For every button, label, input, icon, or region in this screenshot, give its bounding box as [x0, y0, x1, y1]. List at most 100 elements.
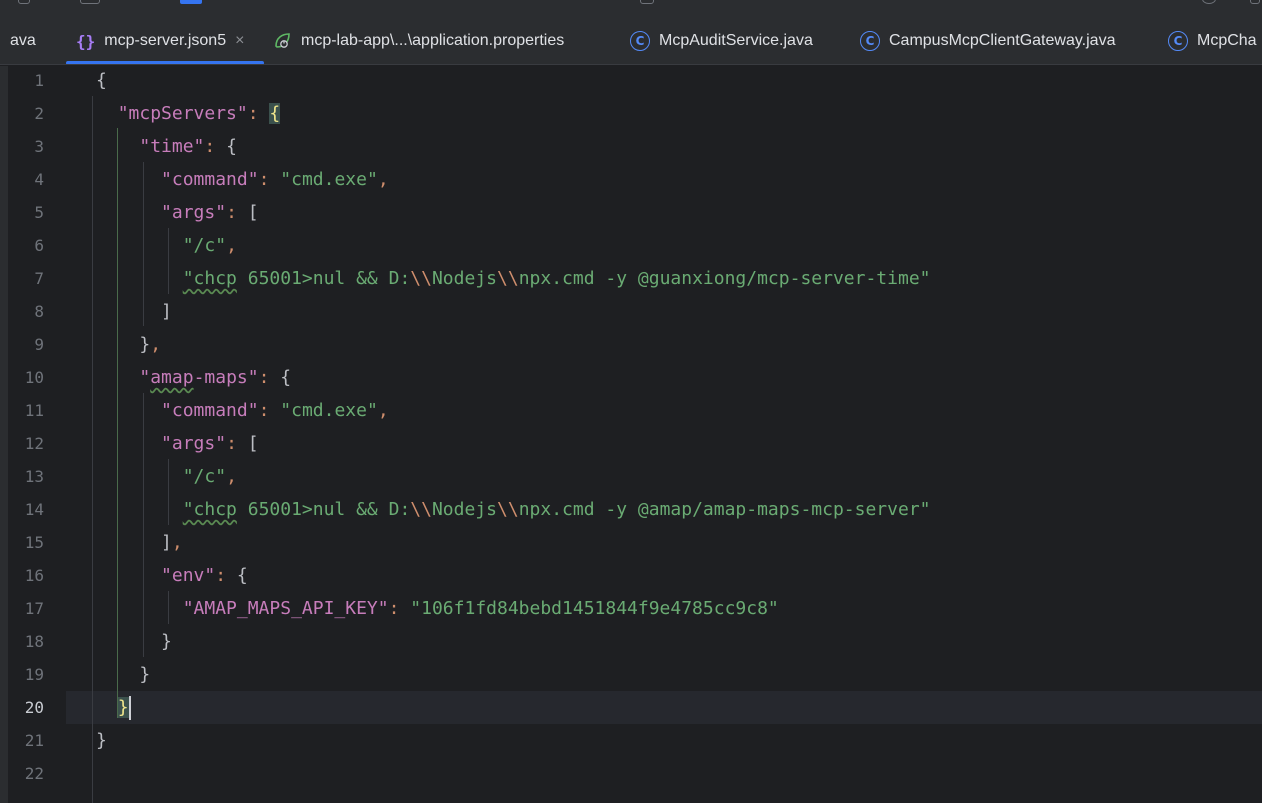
- tab-mcp-server-json5[interactable]: {} mcp-server.json5 ×: [66, 17, 264, 64]
- code-line-10[interactable]: "amap-maps": {: [96, 361, 291, 394]
- brace-open: {: [96, 70, 107, 91]
- escape-sequence: \\: [410, 268, 432, 289]
- json-key: "mcpServers": [117, 103, 248, 124]
- json-key: "args": [161, 433, 227, 454]
- code-line-17[interactable]: "AMAP_MAPS_API_KEY": "106f1fd84bebd14518…: [96, 592, 779, 625]
- line-number[interactable]: 3: [8, 130, 44, 163]
- code-line-2[interactable]: "mcpServers": {: [96, 97, 281, 130]
- tab-label: McpCha: [1197, 32, 1257, 49]
- tab-label: CampusMcpClientGateway.java: [889, 32, 1116, 49]
- tab-label: McpAuditService.java: [659, 32, 813, 49]
- toolbar-icon[interactable]: [80, 0, 100, 4]
- json-string: "/c": [182, 466, 227, 487]
- code-line-20[interactable]: }: [96, 691, 131, 724]
- code-line-12[interactable]: "args": [: [96, 427, 259, 460]
- line-number[interactable]: 6: [8, 229, 44, 262]
- code-line-7[interactable]: "chcp 65001>nul && D:\\Nodejs\\npx.cmd -…: [96, 262, 931, 295]
- tab-campus-mcp-client-gateway[interactable]: C CampusMcpClientGateway.java: [860, 17, 1116, 64]
- code-line-9[interactable]: },: [96, 328, 161, 361]
- escape-sequence: \\: [497, 499, 519, 520]
- java-class-icon: C: [860, 31, 880, 51]
- line-number[interactable]: 20: [8, 691, 44, 724]
- code-line-6[interactable]: "/c",: [96, 229, 237, 262]
- line-number[interactable]: 2: [8, 97, 44, 130]
- line-number[interactable]: 16: [8, 559, 44, 592]
- json-key-typo: amap: [150, 367, 194, 388]
- json-string: Nodejs: [431, 499, 497, 520]
- tab-mcpcha-partial[interactable]: C McpCha: [1168, 17, 1257, 64]
- tab-java-partial[interactable]: ava: [10, 17, 36, 64]
- code-line-18[interactable]: }: [96, 625, 172, 658]
- line-number[interactable]: 5: [8, 196, 44, 229]
- line-number[interactable]: 7: [8, 262, 44, 295]
- json-string-typo: "chcp: [182, 268, 237, 289]
- line-number[interactable]: 19: [8, 658, 44, 691]
- toolbar-icon[interactable]: [640, 0, 654, 4]
- line-number[interactable]: 18: [8, 625, 44, 658]
- window-top-strip: [0, 0, 1262, 17]
- json-string: "106f1fd84bebd1451844f9e4785cc9c8": [410, 598, 779, 619]
- line-number[interactable]: 10: [8, 361, 44, 394]
- code-line-16[interactable]: "env": {: [96, 559, 248, 592]
- code-line-21[interactable]: }: [96, 724, 107, 757]
- line-number[interactable]: 9: [8, 328, 44, 361]
- tab-application-properties[interactable]: mcp-lab-app\...\application.properties: [272, 17, 565, 64]
- code-line-8[interactable]: ]: [96, 295, 172, 328]
- toolbar-icon[interactable]: [1202, 0, 1216, 4]
- tab-label: ava: [10, 32, 36, 49]
- line-number[interactable]: 15: [8, 526, 44, 559]
- json-string: npx.cmd -y @guanxiong/mcp-server-time": [518, 268, 931, 289]
- json-key: "args": [161, 202, 227, 223]
- code-line-4[interactable]: "command": "cmd.exe",: [96, 163, 389, 196]
- line-number[interactable]: 1: [8, 64, 44, 97]
- toolbar-icon[interactable]: [180, 0, 202, 4]
- close-icon[interactable]: ×: [235, 32, 244, 50]
- gutter-edge: [0, 66, 8, 803]
- json-string: 65001>nul && D:: [236, 268, 411, 289]
- json-key: "time": [139, 136, 205, 157]
- matched-brace: }: [117, 697, 129, 718]
- json-string: 65001>nul && D:: [236, 499, 411, 520]
- line-number[interactable]: 17: [8, 592, 44, 625]
- code-line-3[interactable]: "time": {: [96, 130, 237, 163]
- code-line-1[interactable]: {: [96, 64, 107, 97]
- json-key: "command": [161, 400, 259, 421]
- line-number[interactable]: 4: [8, 163, 44, 196]
- matched-brace: {: [269, 103, 281, 124]
- line-number[interactable]: 11: [8, 394, 44, 427]
- json-braces-icon: {}: [76, 31, 96, 51]
- json-string: "/c": [182, 235, 227, 256]
- code-line-13[interactable]: "/c",: [96, 460, 237, 493]
- line-number[interactable]: 8: [8, 295, 44, 328]
- code-line-5[interactable]: "args": [: [96, 196, 259, 229]
- java-class-icon: C: [1168, 31, 1188, 51]
- editor-tab-bar: ava {} mcp-server.json5 × mcp-lab-app\..…: [0, 17, 1262, 65]
- toolbar-icon[interactable]: [18, 0, 30, 4]
- code-line-15[interactable]: ],: [96, 526, 183, 559]
- code-line-11[interactable]: "command": "cmd.exe",: [96, 394, 389, 427]
- json-string: Nodejs: [431, 268, 497, 289]
- spring-leaf-icon: [272, 31, 292, 51]
- code-line-19[interactable]: }: [96, 658, 150, 691]
- line-number[interactable]: 12: [8, 427, 44, 460]
- line-number[interactable]: 14: [8, 493, 44, 526]
- json-key: "command": [161, 169, 259, 190]
- json-key: "env": [161, 565, 216, 586]
- json-string: npx.cmd -y @amap/amap-maps-mcp-server": [518, 499, 931, 520]
- json-string-typo: "chcp: [182, 499, 237, 520]
- tab-label: mcp-lab-app\...\application.properties: [301, 32, 565, 49]
- tab-label: mcp-server.json5: [104, 32, 227, 49]
- line-number[interactable]: 22: [8, 757, 44, 790]
- line-number[interactable]: 13: [8, 460, 44, 493]
- escape-sequence: \\: [410, 499, 432, 520]
- escape-sequence: \\: [497, 268, 519, 289]
- line-number[interactable]: 21: [8, 724, 44, 757]
- tab-mcp-audit-service[interactable]: C McpAuditService.java: [630, 17, 813, 64]
- json-key: "AMAP_MAPS_API_KEY": [182, 598, 389, 619]
- code-line-14[interactable]: "chcp 65001>nul && D:\\Nodejs\\npx.cmd -…: [96, 493, 931, 526]
- json-string: "cmd.exe": [280, 169, 378, 190]
- json-string: "cmd.exe": [280, 400, 378, 421]
- text-caret: [128, 696, 131, 720]
- toolbar-icon[interactable]: [1250, 0, 1260, 4]
- current-line-highlight: [66, 691, 1262, 724]
